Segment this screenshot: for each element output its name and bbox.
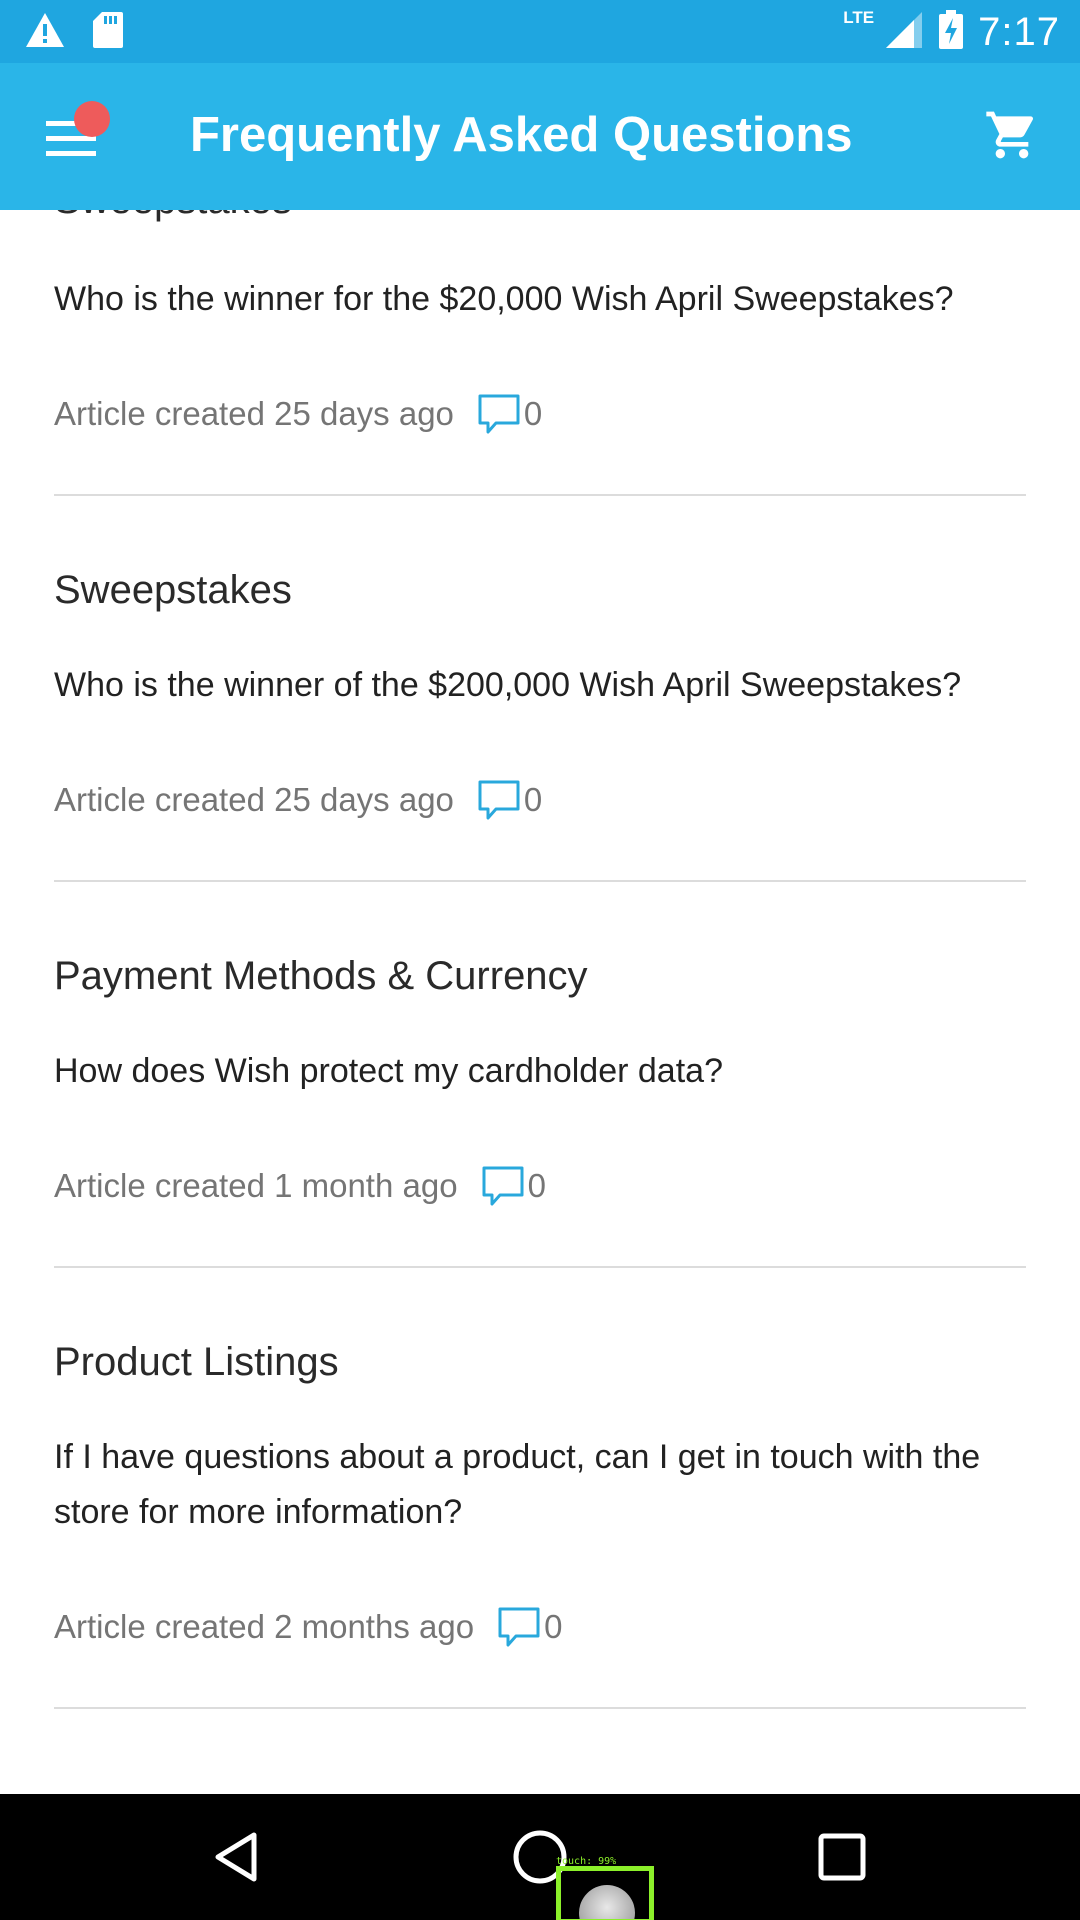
article-title[interactable]: If I have questions about a product, can… xyxy=(54,1430,1026,1540)
comment-icon xyxy=(478,393,520,435)
touch-indicator xyxy=(556,1866,654,1920)
faq-article-list: Sweepstakes Who is the winner for the $2… xyxy=(0,210,1080,1794)
article-meta-row: Article created 1 month ago 0 xyxy=(54,1165,1026,1207)
article-created-label: Article created 1 month ago xyxy=(54,1167,458,1204)
status-bar-right: LTE 7:17 xyxy=(839,6,1060,58)
back-triangle-icon xyxy=(208,1832,268,1891)
divider xyxy=(54,494,1026,496)
signal-icon xyxy=(884,10,924,55)
article-category: Payment Methods & Currency xyxy=(54,954,588,998)
article-meta-row: Article created 25 days ago 0 xyxy=(54,393,1026,435)
article-title[interactable]: How does Wish protect my cardholder data… xyxy=(54,1044,1026,1099)
article-item[interactable]: Sweepstakes xyxy=(54,210,1026,223)
notification-dot xyxy=(74,101,110,137)
system-navigation-bar xyxy=(0,1794,1080,1920)
divider xyxy=(54,1266,1026,1268)
article-title[interactable]: Who is the winner for the $20,000 Wish A… xyxy=(54,272,1026,327)
comment-count: 0 xyxy=(523,781,543,818)
comment-count: 0 xyxy=(544,1608,563,1645)
comment-count: 0 xyxy=(527,1167,546,1204)
article-created-label: Article created 2 months ago xyxy=(54,1608,475,1645)
cart-button[interactable] xyxy=(982,105,1046,169)
battery-charging-icon xyxy=(938,9,964,55)
screen: LTE 7:17 Frequently Asked Questions Who … xyxy=(0,0,1080,1920)
article-item-body[interactable]: If I have questions about a product, can… xyxy=(54,1430,1026,1540)
comment-icon xyxy=(478,779,520,821)
comment-icon xyxy=(498,1606,540,1648)
status-bar-left xyxy=(24,10,124,54)
network-type-label: LTE xyxy=(843,8,875,27)
sd-card-icon xyxy=(92,11,124,54)
divider xyxy=(54,880,1026,882)
touch-point xyxy=(579,1885,635,1919)
article-item-body[interactable]: How does Wish protect my cardholder data… xyxy=(54,1044,1026,1099)
article-item[interactable]: Payment Methods & Currency xyxy=(54,954,1026,999)
comment-icon xyxy=(482,1165,524,1207)
back-button[interactable] xyxy=(208,1827,268,1887)
recents-square-icon xyxy=(812,1833,872,1891)
article-item-body[interactable]: Who is the winner for the $20,000 Wish A… xyxy=(54,272,1026,327)
status-bar: LTE 7:17 xyxy=(0,0,1080,63)
recents-button[interactable] xyxy=(812,1827,872,1887)
article-item-body[interactable]: Who is the winner of the $200,000 Wish A… xyxy=(54,658,1026,713)
article-meta-row: Article created 2 months ago 0 xyxy=(54,1606,1026,1648)
article-created-label: Article created 25 days ago xyxy=(54,395,454,432)
article-title[interactable]: Who is the winner of the $200,000 Wish A… xyxy=(54,658,1026,713)
article-item[interactable]: Sweepstakes xyxy=(54,568,1026,613)
article-category: Product Listings xyxy=(54,1340,339,1384)
page-title: Frequently Asked Questions xyxy=(190,108,853,162)
status-time: 7:17 xyxy=(978,9,1060,54)
article-created-label: Article created 25 days ago xyxy=(54,781,454,818)
comment-count: 0 xyxy=(523,395,543,432)
article-category: Sweepstakes xyxy=(54,568,292,612)
article-meta-row: Article created 25 days ago 0 xyxy=(54,779,1026,821)
article-item[interactable]: Product Listings xyxy=(54,1340,1026,1385)
warning-icon xyxy=(24,11,66,54)
article-category: Sweepstakes xyxy=(54,210,1026,223)
app-bar: Frequently Asked Questions xyxy=(0,63,1080,210)
divider xyxy=(54,1707,1026,1709)
